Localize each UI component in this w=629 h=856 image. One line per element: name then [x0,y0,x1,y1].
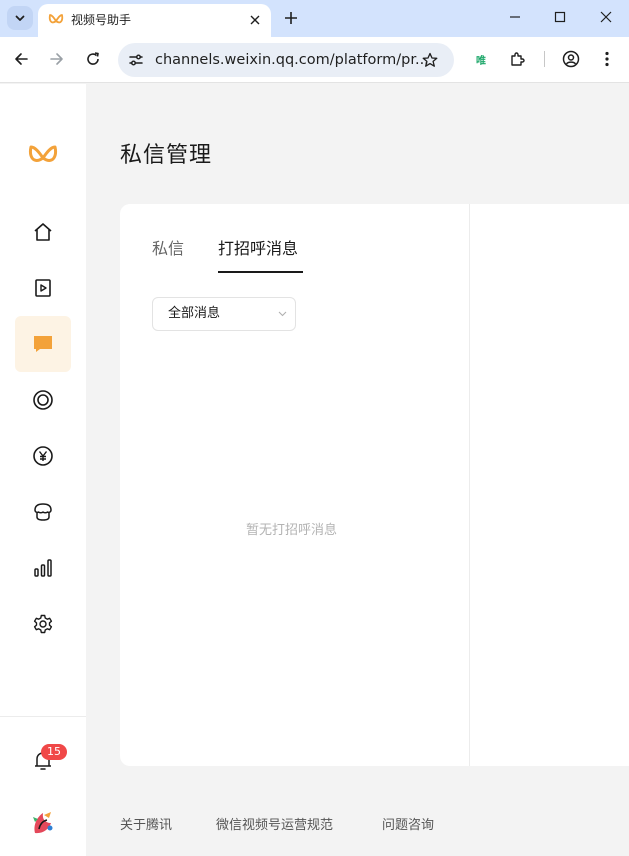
sidebar-item-messages[interactable] [15,316,71,372]
puzzle-icon [511,52,525,66]
url-text: channels.weixin.qq.com/platform/pr... [155,52,429,68]
panel-divider [469,204,470,766]
tab-title: 视频号助手 [71,13,132,27]
new-tab-button[interactable] [279,6,303,30]
browser-tabstrip: 视频号助手 [0,0,629,37]
site-settings-button[interactable] [127,51,145,69]
video-play-icon [35,279,51,297]
maximize-icon [554,11,566,23]
close-tab-button[interactable] [246,11,264,29]
browser-menu-button[interactable] [596,48,618,70]
footer-link-rules[interactable]: 微信视频号运营规范 [216,817,333,835]
active-tab-indicator [218,271,303,273]
live-ring-icon [33,390,53,410]
bar-chart-icon [34,559,52,577]
plus-icon [285,12,297,24]
store-icon [34,503,52,521]
reload-icon [87,52,99,65]
profile-button[interactable] [560,48,582,70]
forward-button[interactable] [45,47,69,71]
tab-greeting-messages[interactable]: 打招呼消息 [218,238,298,260]
sidebar: 15 [0,84,86,856]
notification-badge: 15 [41,744,67,760]
sidebar-item-content[interactable] [15,260,71,316]
address-bar[interactable]: channels.weixin.qq.com/platform/pr... [118,43,454,77]
sidebar-item-store[interactable] [15,484,71,540]
bookmark-button[interactable] [420,51,440,69]
tab-private-messages[interactable]: 私信 [152,238,184,260]
profile-icon [562,50,580,68]
browser-tab[interactable]: 视频号助手 [38,4,271,37]
bookmark-star-icon [422,52,438,67]
sidebar-item-data[interactable] [15,540,71,596]
filter-selected-value: 全部消息 [168,306,221,321]
back-arrow-icon [15,53,28,65]
footer-link-help[interactable]: 问题咨询 [382,817,434,835]
browser-toolbar: channels.weixin.qq.com/platform/pr... 唯 [0,37,629,83]
maximize-button[interactable] [545,4,575,30]
back-button[interactable] [9,47,33,71]
footer-link-about[interactable]: 关于腾讯 [120,817,172,835]
sidebar-item-live[interactable] [15,372,71,428]
reload-button[interactable] [81,47,105,71]
sidebar-item-home[interactable] [15,204,71,260]
close-window-button[interactable] [591,4,621,30]
gear-icon [33,614,53,634]
home-icon [34,223,52,241]
yen-icon [33,446,53,466]
toolbar-separator [544,51,545,67]
close-icon [250,15,260,25]
message-filter-select[interactable]: 全部消息 [152,297,296,331]
sidebar-divider [0,716,86,717]
avatar[interactable] [29,809,57,837]
page: 15 私信管理 私信 打招呼消息 全部消息 暂无打招呼消息 关于腾讯 微信视频号… [0,84,629,856]
extensions-menu-button[interactable] [507,48,529,70]
chevron-down-icon [277,309,287,319]
close-window-icon [600,11,612,23]
extension-button[interactable]: 唯 [470,48,492,70]
minimize-icon [510,16,520,18]
channels-logo-icon [48,14,64,24]
minimize-button[interactable] [500,4,530,30]
chat-bubble-icon [34,336,52,352]
messages-panel: 私信 打招呼消息 全部消息 暂无打招呼消息 [120,204,629,766]
sidebar-item-income[interactable] [15,428,71,484]
sidebar-item-settings[interactable] [15,596,71,652]
page-title: 私信管理 [120,143,213,168]
forward-arrow-icon [50,53,63,65]
tab-search-icon [15,15,25,21]
empty-state-text: 暂无打招呼消息 [246,523,338,538]
extension-icon: 唯 [476,55,486,67]
more-vert-icon [605,51,609,67]
tab-search-button[interactable] [7,6,33,30]
site-settings-icon [129,54,143,66]
channels-logo-icon[interactable] [28,143,58,169]
